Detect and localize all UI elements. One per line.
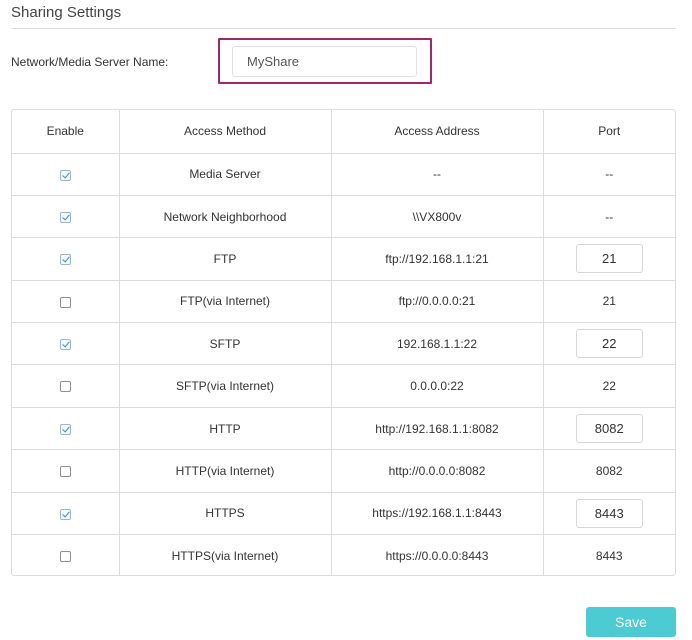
port-value: --: [605, 209, 614, 224]
save-button[interactable]: Save: [586, 607, 676, 637]
access-method-cell: SFTP: [119, 322, 332, 366]
access-address-cell: 192.168.1.1:22: [331, 322, 544, 366]
port-cell: --: [543, 195, 675, 239]
enable-cell: [12, 407, 120, 451]
access-method-cell: HTTP: [119, 407, 332, 451]
header-access-method: Access Method: [119, 110, 332, 154]
enable-cell: [12, 449, 120, 493]
enable-cell: [12, 237, 120, 281]
access-address-cell: 0.0.0.0:22: [331, 364, 544, 408]
access-address-cell: --: [331, 153, 544, 196]
table-row: HTTP(via Internet) http://0.0.0.0:8082 808…: [12, 449, 675, 493]
access-method-cell: FTP: [119, 237, 332, 281]
table-row: Media Server -- --: [12, 153, 675, 196]
enable-checkbox[interactable]: [59, 339, 71, 351]
access-method-cell: HTTPS: [119, 492, 332, 536]
access-address-cell: ftp://0.0.0.0:21: [331, 280, 544, 324]
port-input[interactable]: [575, 244, 643, 274]
port-input[interactable]: [575, 329, 643, 359]
table-row: HTTPS https://192.168.1.1:8443: [12, 492, 675, 536]
enable-checkbox[interactable]: [59, 254, 71, 266]
header-access-address: Access Address: [331, 110, 544, 154]
port-cell: [543, 322, 675, 366]
access-address-cell: http://192.168.1.1:8082: [331, 407, 544, 451]
port-value: 8443: [595, 548, 623, 563]
enable-checkbox[interactable]: [59, 381, 71, 393]
table-header-row: Enable Access Method Access Address Port: [12, 110, 675, 154]
enable-cell: [12, 153, 120, 196]
port-input[interactable]: [575, 414, 643, 444]
port-cell: 8443: [543, 535, 675, 575]
table-row: SFTP(via Internet) 0.0.0.0:22 22: [12, 364, 675, 408]
access-method-cell: HTTP(via Internet): [119, 449, 332, 493]
enable-cell: [12, 280, 120, 324]
enable-cell: [12, 195, 120, 239]
server-name-label: Network/Media Server Name:: [11, 55, 169, 69]
table-row: FTP ftp://192.168.1.1:21: [12, 237, 675, 281]
enable-cell: [12, 534, 120, 575]
table-row: HTTPS(via Internet) https://0.0.0.0:8443 8…: [12, 534, 675, 575]
port-value: 21: [602, 294, 616, 309]
enable-checkbox[interactable]: [59, 169, 71, 181]
access-method-cell: HTTPS(via Internet): [119, 534, 332, 575]
port-cell: 21: [543, 280, 675, 324]
access-address-cell: https://0.0.0.0:8443: [331, 534, 544, 575]
access-method-cell: Media Server: [119, 153, 332, 196]
enable-checkbox[interactable]: [59, 466, 71, 478]
header-enable: Enable: [12, 110, 120, 154]
port-cell: 8082: [543, 449, 675, 493]
enable-cell: [12, 492, 120, 536]
table-row: SFTP 192.168.1.1:22: [12, 322, 675, 366]
table-row: Network Neighborhood \\VX800v --: [12, 195, 675, 239]
access-address-cell: \\VX800v: [331, 195, 544, 239]
access-method-cell: Network Neighborhood: [119, 195, 332, 239]
enable-checkbox[interactable]: [59, 551, 71, 563]
header-port: Port: [543, 110, 675, 154]
port-value: 8082: [595, 463, 623, 478]
port-cell: --: [543, 153, 675, 196]
port-cell: [543, 492, 675, 536]
access-method-cell: FTP(via Internet): [119, 280, 332, 324]
port-cell: [543, 237, 675, 281]
table-row: HTTP http://192.168.1.1:8082: [12, 407, 675, 451]
enable-cell: [12, 322, 120, 366]
enable-checkbox[interactable]: [59, 508, 71, 520]
server-name-input[interactable]: [232, 46, 417, 77]
port-value: --: [605, 167, 614, 182]
port-cell: [543, 407, 675, 451]
enable-cell: [12, 364, 120, 408]
enable-checkbox[interactable]: [59, 423, 71, 435]
table-row: FTP(via Internet) ftp://0.0.0.0:21 21: [12, 280, 675, 324]
title-divider: [11, 28, 676, 29]
access-address-cell: https://192.168.1.1:8443: [331, 492, 544, 536]
port-value: 22: [602, 379, 616, 394]
access-method-cell: SFTP(via Internet): [119, 364, 332, 408]
sharing-table: Enable Access Method Access Address Port…: [11, 109, 676, 576]
section-title: Sharing Settings: [11, 4, 122, 21]
enable-checkbox[interactable]: [59, 211, 71, 223]
port-input[interactable]: [575, 498, 643, 528]
port-cell: 22: [543, 364, 675, 408]
enable-checkbox[interactable]: [59, 296, 71, 308]
access-address-cell: ftp://192.168.1.1:21: [331, 237, 544, 281]
access-address-cell: http://0.0.0.0:8082: [331, 449, 544, 493]
